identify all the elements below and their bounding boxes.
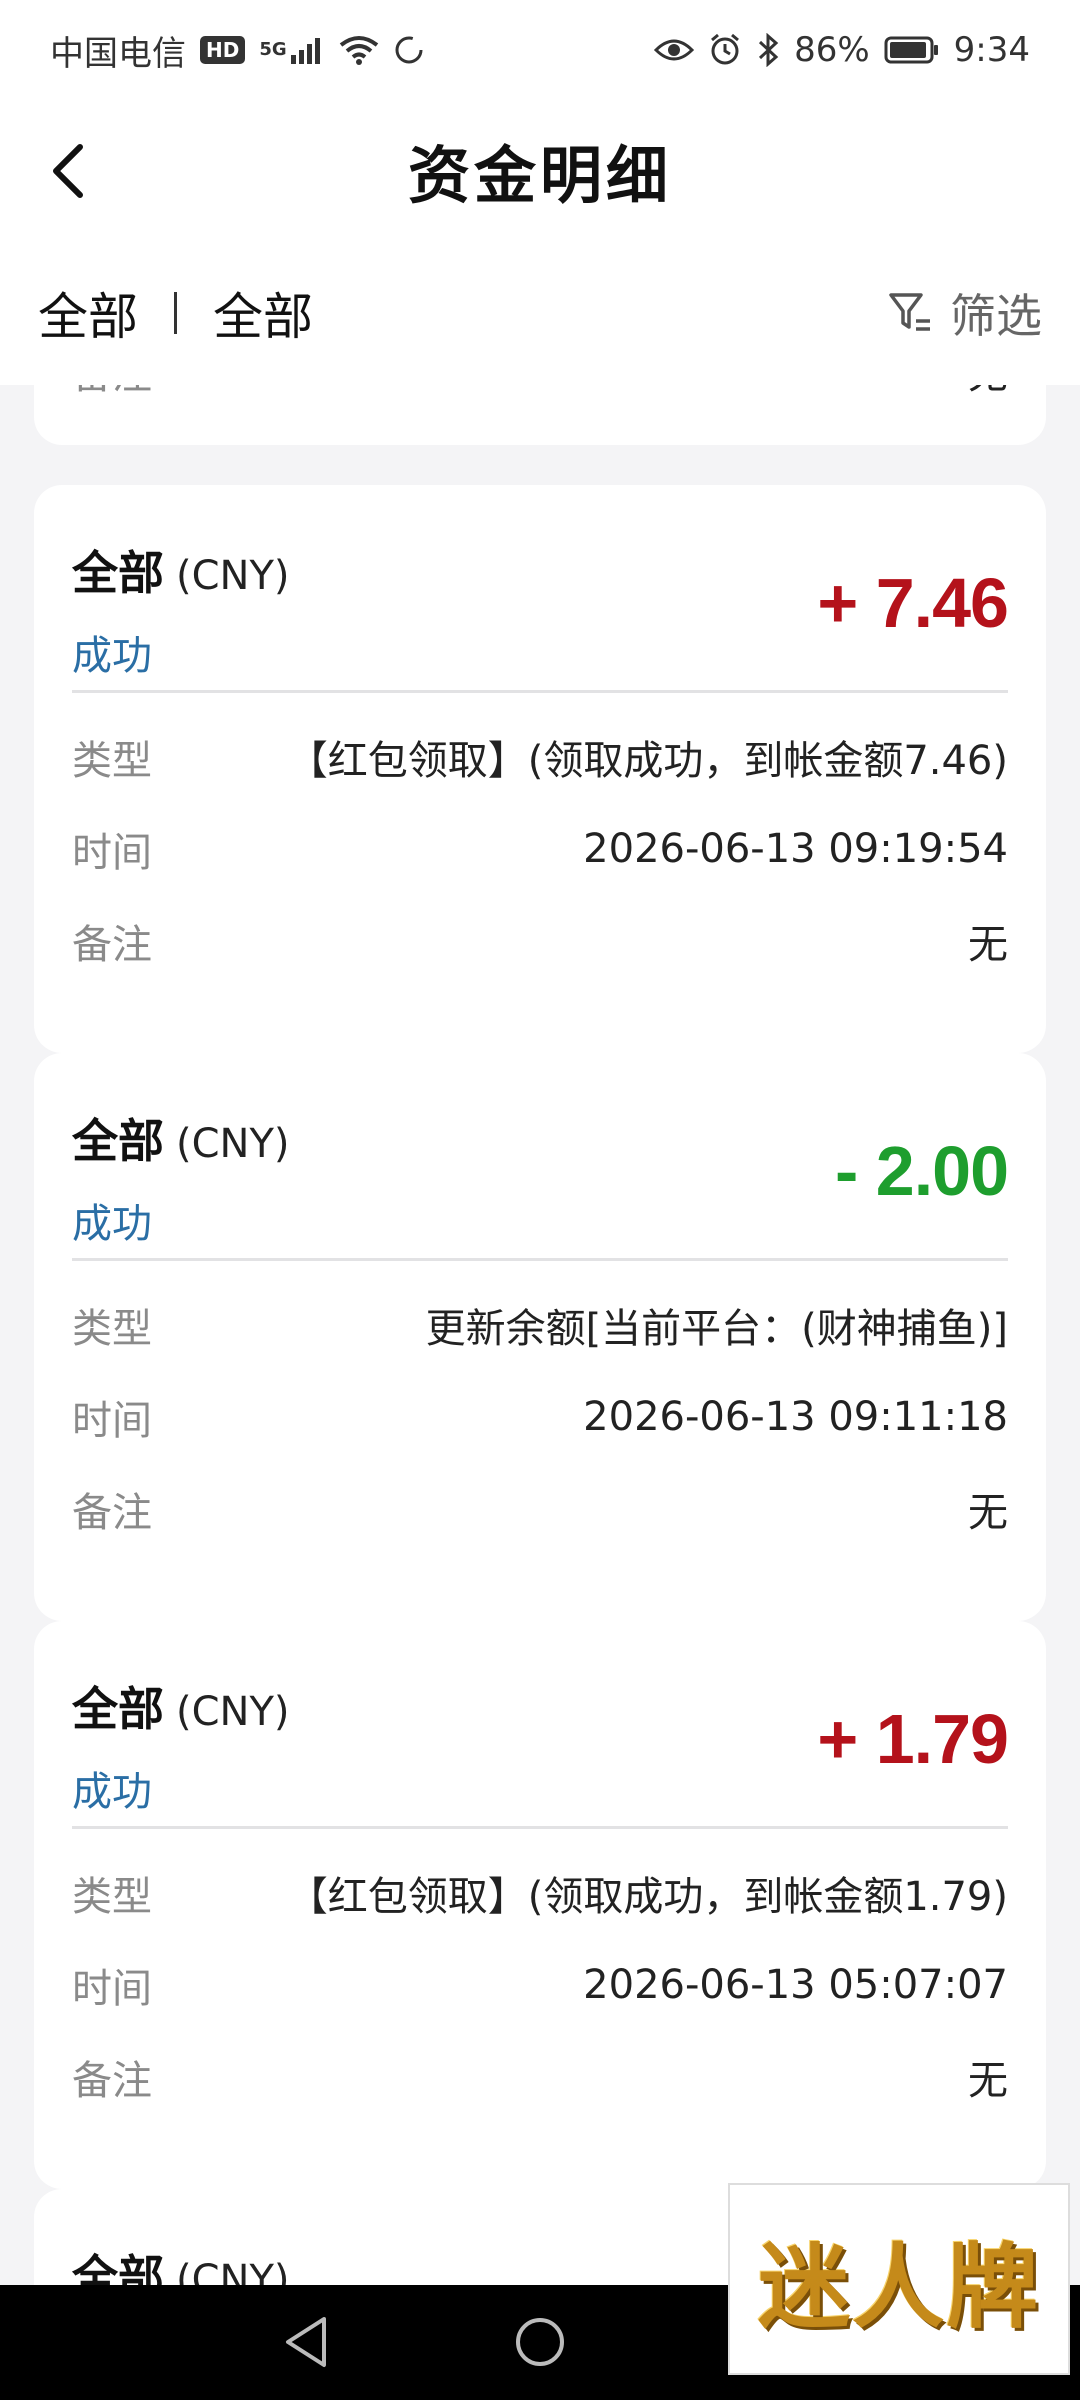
filter-selectors: 全部 全部 — [38, 277, 313, 349]
type-row: 类型 更新余额[当前平台：(财神捕鱼)] — [72, 1279, 1008, 1371]
record-details: 类型 更新余额[当前平台：(财神捕鱼)] 时间 2026-06-13 09:11… — [34, 1261, 1046, 1555]
remark-row: 备注 无 — [72, 385, 1008, 417]
remark-row: 备注 无 — [72, 895, 1008, 987]
filter-label: 筛选 — [950, 288, 1042, 343]
remark-label: 备注 — [72, 1490, 152, 1536]
status-right: 86% 9:34 — [654, 30, 1030, 70]
time-label: 时间 — [72, 830, 152, 876]
record-card[interactable]: 全部 (CNY) 成功 + 7.46 类型 【红包领取】(领取成功，到帐金额7.4… — [34, 485, 1046, 1053]
remark-label: 备注 — [72, 385, 152, 400]
filter-icon — [889, 292, 930, 331]
time-value: 2026-06-13 09:19:54 — [583, 826, 1008, 872]
triangle-back-icon — [286, 2317, 326, 2367]
alarm-icon — [708, 33, 742, 67]
circle-home-icon — [516, 2318, 564, 2366]
remark-row: 备注 无 — [72, 2031, 1008, 2123]
record-header: 全部 (CNY) 成功 + 7.46 — [34, 485, 1046, 690]
record-details: 类型 【红包领取】(领取成功，到帐金额1.79) 时间 2026-06-13 0… — [34, 1829, 1046, 2123]
hd-badge: HD — [200, 36, 246, 64]
loading-icon — [393, 34, 425, 66]
remark-value: 无 — [968, 2058, 1008, 2104]
nav-back-button[interactable] — [272, 2307, 342, 2377]
account-name: 全部 — [72, 1114, 164, 1168]
signal-icon: 5G — [259, 35, 324, 65]
record-header: 全部 (CNY) 成功 + 1.79 — [34, 1621, 1046, 1826]
time-row: 时间 2026-06-13 09:11:18 — [72, 1371, 1008, 1463]
filter-button[interactable]: 筛选 — [888, 280, 1042, 346]
currency-label: (CNY) — [176, 1689, 290, 1735]
screen: 中国电信 HD 5G 86% 9:34 资金明细 全部 全部 筛选 全部 (CN… — [0, 0, 1080, 2400]
type-value: 【红包领取】(领取成功，到帐金额1.79) — [287, 1874, 1008, 1920]
carrier-name: 中国电信 — [50, 33, 186, 74]
bluetooth-icon — [756, 33, 780, 67]
filter-divider — [174, 291, 177, 334]
remark-value: 无 — [968, 385, 1008, 400]
type-row: 类型 【红包领取】(领取成功，到帐金额1.79) — [72, 1847, 1008, 1939]
network-type: 5G — [259, 39, 287, 60]
eye-icon — [654, 36, 695, 64]
record-card-partial: 备注 无 — [34, 385, 1046, 445]
watermark-text: 迷人牌 — [757, 2232, 1040, 2341]
status-selector[interactable]: 全部 — [213, 277, 313, 349]
chevron-left-icon — [53, 144, 83, 198]
remark-label: 备注 — [72, 2058, 152, 2104]
status-left: 中国电信 HD 5G — [50, 26, 425, 75]
type-row: 类型 【红包领取】(领取成功，到帐金额7.46) — [72, 711, 1008, 803]
category-selector[interactable]: 全部 — [38, 277, 138, 349]
account-name: 全部 — [72, 546, 164, 600]
time-row: 时间 2026-06-13 05:07:07 — [72, 1939, 1008, 2031]
app-header: 资金明细 — [0, 100, 1080, 240]
amount-value: + 1.79 — [817, 1700, 1009, 1778]
account-name: 全部 — [72, 1682, 164, 1736]
record-card[interactable]: 全部 (CNY) 成功 + 1.79 类型 【红包领取】(领取成功，到帐金额1.7… — [34, 1621, 1046, 2189]
record-card[interactable]: 全部 (CNY) 成功 - 2.00 类型 更新余额[当前平台：(财神捕鱼)] 时… — [34, 1053, 1046, 1621]
back-button[interactable] — [38, 136, 98, 206]
time-row: 时间 2026-06-13 09:19:54 — [72, 803, 1008, 895]
type-label: 类型 — [72, 1874, 152, 1920]
type-label: 类型 — [72, 738, 152, 784]
filter-bar: 全部 全部 筛选 — [0, 240, 1080, 385]
battery-icon — [884, 35, 940, 65]
time-label: 时间 — [72, 1398, 152, 1444]
watermark-logo: 迷人牌 — [728, 2183, 1070, 2375]
status-bar: 中国电信 HD 5G 86% 9:34 — [0, 0, 1080, 100]
type-value: 【红包领取】(领取成功，到帐金额7.46) — [287, 738, 1008, 784]
record-list[interactable]: 备注 无 全部(CNY) 成功 + 7.46 类型 【红包领取】(领取成功，到帐… — [0, 385, 1080, 2285]
record-header: 全部 (CNY) 成功 - 2.00 — [34, 1053, 1046, 1258]
wifi-icon — [339, 35, 379, 65]
remark-value: 无 — [968, 1490, 1008, 1536]
currency-label: (CNY) — [176, 1121, 290, 1167]
currency-label: (CNY) — [176, 2257, 290, 2285]
account-name: 全部 — [72, 2250, 164, 2285]
type-value: 更新余额[当前平台：(财神捕鱼)] — [425, 1306, 1008, 1352]
clock: 9:34 — [953, 30, 1030, 70]
time-label: 时间 — [72, 1966, 152, 2012]
remark-row: 备注 无 — [72, 1463, 1008, 1555]
amount-value: + 7.46 — [817, 564, 1009, 642]
type-label: 类型 — [72, 1306, 152, 1352]
remark-value: 无 — [968, 922, 1008, 968]
battery-percent: 86% — [794, 30, 870, 70]
record-details: 类型 【红包领取】(领取成功，到帐金额7.46) 时间 2026-06-13 0… — [34, 693, 1046, 987]
nav-home-button[interactable] — [505, 2307, 575, 2377]
amount-value: - 2.00 — [835, 1132, 1009, 1210]
remark-label: 备注 — [72, 922, 152, 968]
page-title: 资金明细 — [407, 139, 672, 212]
time-value: 2026-06-13 09:11:18 — [583, 1394, 1008, 1440]
time-value: 2026-06-13 05:07:07 — [583, 1962, 1008, 2008]
currency-label: (CNY) — [176, 553, 290, 599]
